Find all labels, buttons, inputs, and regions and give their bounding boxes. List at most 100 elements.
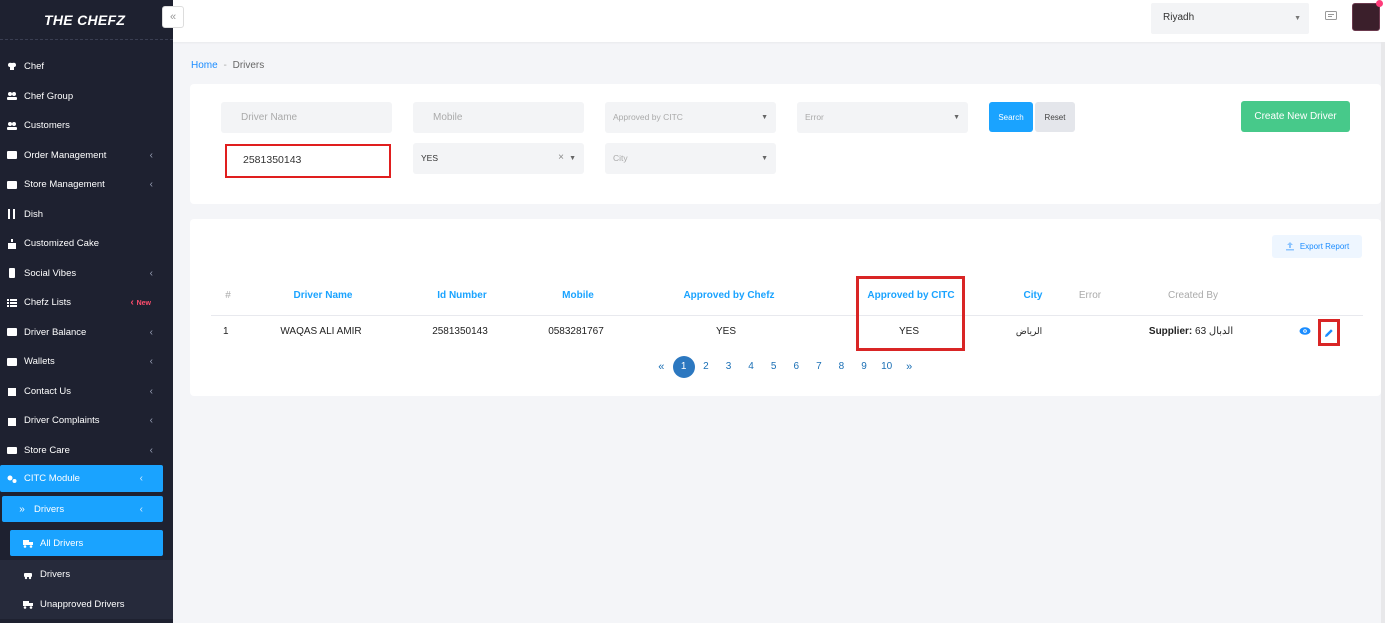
sidebar-item-dish[interactable]: Dish: [0, 200, 173, 230]
column-header-created-by: Created By: [1167, 290, 1219, 301]
page-scrollbar[interactable]: [1381, 42, 1385, 623]
column-header-index: #: [225, 290, 231, 301]
message-icon[interactable]: [1325, 10, 1337, 22]
search-button[interactable]: Search: [989, 102, 1033, 132]
approved-by-citc-select[interactable]: Approved by CITC ▼: [605, 102, 776, 133]
users-icon: [6, 121, 18, 131]
user-avatar[interactable]: [1352, 3, 1380, 31]
gears-icon: [6, 474, 18, 484]
cutlery-icon: [6, 209, 18, 220]
pagination-page-9[interactable]: 9: [853, 356, 876, 378]
table-header-divider: [211, 315, 1363, 316]
sidebar-item-driver-complaints[interactable]: Driver Complaints ‹: [0, 406, 173, 436]
sidebar-item-contact-us[interactable]: Contact Us ‹: [0, 377, 173, 407]
edit-button[interactable]: [1318, 319, 1340, 346]
sidebar-item-drivers[interactable]: Drivers: [0, 560, 173, 590]
sidebar-item-label: Wallets: [24, 356, 55, 368]
mobile-input[interactable]: Mobile: [413, 102, 584, 133]
created-by-value: 63 الدبال: [1195, 326, 1234, 337]
city-placeholder: City: [613, 153, 628, 163]
double-chevron-right-icon: »: [19, 503, 25, 515]
sidebar-item-store-management[interactable]: Store Management ‹: [0, 170, 173, 200]
sidebar-item-order-management[interactable]: Order Management ‹: [0, 141, 173, 171]
sidebar-item-driver-balance[interactable]: Driver Balance ‹: [0, 318, 173, 348]
sidebar-item-label: Customers: [24, 120, 70, 132]
sidebar-item-chef[interactable]: Chef: [0, 52, 173, 82]
sidebar-item-customized-cake[interactable]: Customized Cake: [0, 229, 173, 259]
chevron-left-icon: ‹: [149, 356, 153, 368]
sidebar-item-social-vibes[interactable]: Social Vibes ‹: [0, 259, 173, 289]
driver-name-input[interactable]: Driver Name: [221, 102, 392, 133]
create-new-driver-button[interactable]: Create New Driver: [1241, 101, 1350, 132]
sidebar-item-label: Unapproved Drivers: [40, 598, 125, 610]
approved-by-chefz-select[interactable]: YES × ▼: [413, 143, 584, 174]
pagination-page-3[interactable]: 3: [717, 356, 740, 378]
caret-down-icon: ▼: [761, 155, 768, 162]
sidebar-item-all-drivers[interactable]: All Drivers: [10, 530, 163, 556]
view-eye-icon[interactable]: [1299, 326, 1311, 336]
sidebar-item-store-care[interactable]: Store Care ‹: [0, 436, 173, 466]
sidebar-item-label: Dish: [24, 208, 44, 220]
clear-icon[interactable]: ×: [558, 152, 564, 163]
reset-button[interactable]: Reset: [1035, 102, 1075, 132]
breadcrumb-current: Drivers: [232, 60, 265, 71]
pagination-prev[interactable]: «: [650, 356, 673, 378]
sidebar-item-label: Contact Us: [24, 385, 71, 397]
pagination-page-7[interactable]: 7: [808, 356, 831, 378]
caret-down-icon: ▼: [953, 114, 960, 121]
cell-city: الرياض: [1015, 326, 1043, 336]
approved-by-citc-placeholder: Approved by CITC: [613, 112, 683, 122]
breadcrumb: Home - Drivers: [191, 60, 264, 71]
sidebar-item-label: Store Management: [24, 179, 105, 191]
group-icon: [6, 91, 18, 101]
list-icon: [6, 150, 18, 160]
column-header-driver-name[interactable]: Driver Name: [294, 290, 353, 301]
sidebar-item-chef-group[interactable]: Chef Group: [0, 82, 173, 112]
cell-mobile: 0583281767: [548, 326, 604, 337]
id-number-input[interactable]: 2581350143: [225, 144, 391, 178]
breadcrumb-home-link[interactable]: Home: [191, 60, 218, 71]
sidebar-item-wallets[interactable]: Wallets ‹: [0, 347, 173, 377]
building-icon: [6, 386, 18, 397]
sidebar-item-label: Drivers: [34, 503, 65, 515]
phone-icon: [6, 268, 18, 279]
column-header-city[interactable]: City: [1024, 290, 1043, 301]
cake-icon: [6, 238, 18, 249]
city-selector[interactable]: Riyadh ▼: [1151, 3, 1309, 34]
pagination-next[interactable]: »: [898, 356, 921, 378]
sidebar-item-citc-module[interactable]: CITC Module ‹: [0, 465, 163, 492]
brand-logo[interactable]: THE CHEFZ: [0, 0, 173, 40]
created-by-label: Supplier:: [1148, 326, 1193, 337]
cell-index: 1: [223, 326, 229, 337]
city-select[interactable]: City ▼: [605, 143, 776, 174]
sidebar-item-label: Customized Cake: [24, 238, 99, 250]
new-badge: New: [130, 297, 151, 308]
truck-icon: [22, 538, 34, 548]
breadcrumb-separator: -: [223, 60, 227, 71]
sidebar-item-label: Chef: [24, 61, 45, 73]
column-header-mobile[interactable]: Mobile: [562, 290, 594, 301]
sidebar-item-label: Order Management: [24, 149, 107, 161]
error-select[interactable]: Error ▼: [797, 102, 968, 133]
pagination-page-4[interactable]: 4: [740, 356, 763, 378]
city-selector-value: Riyadh: [1163, 12, 1195, 23]
sidebar-item-unapproved-drivers[interactable]: Unapproved Drivers: [0, 590, 173, 620]
cell-id-number: 2581350143: [432, 326, 488, 337]
pagination-page-1[interactable]: 1: [672, 356, 695, 378]
sidebar-item-label: Driver Complaints: [24, 415, 100, 427]
pagination-page-10[interactable]: 10: [875, 356, 898, 378]
pagination-page-6[interactable]: 6: [785, 356, 808, 378]
pagination-page-5[interactable]: 5: [762, 356, 785, 378]
sidebar-item-customers[interactable]: Customers: [0, 111, 173, 141]
pagination-page-8[interactable]: 8: [830, 356, 853, 378]
sidebar-item-drivers-group[interactable]: » Drivers ‹: [2, 496, 163, 522]
wallet-icon: [6, 327, 18, 337]
sidebar-item-chefz-lists[interactable]: Chefz Lists New: [0, 288, 173, 318]
sidebar-collapse-button[interactable]: «: [162, 6, 184, 28]
pagination-page-2[interactable]: 2: [695, 356, 718, 378]
export-report-button[interactable]: Export Report: [1272, 235, 1362, 258]
car-icon: [22, 570, 34, 580]
sidebar-nav: Chef Chef Group Customers Order Manageme…: [0, 52, 173, 619]
column-header-approved-by-chefz[interactable]: Approved by Chefz: [683, 290, 774, 301]
column-header-id-number[interactable]: Id Number: [437, 290, 486, 301]
